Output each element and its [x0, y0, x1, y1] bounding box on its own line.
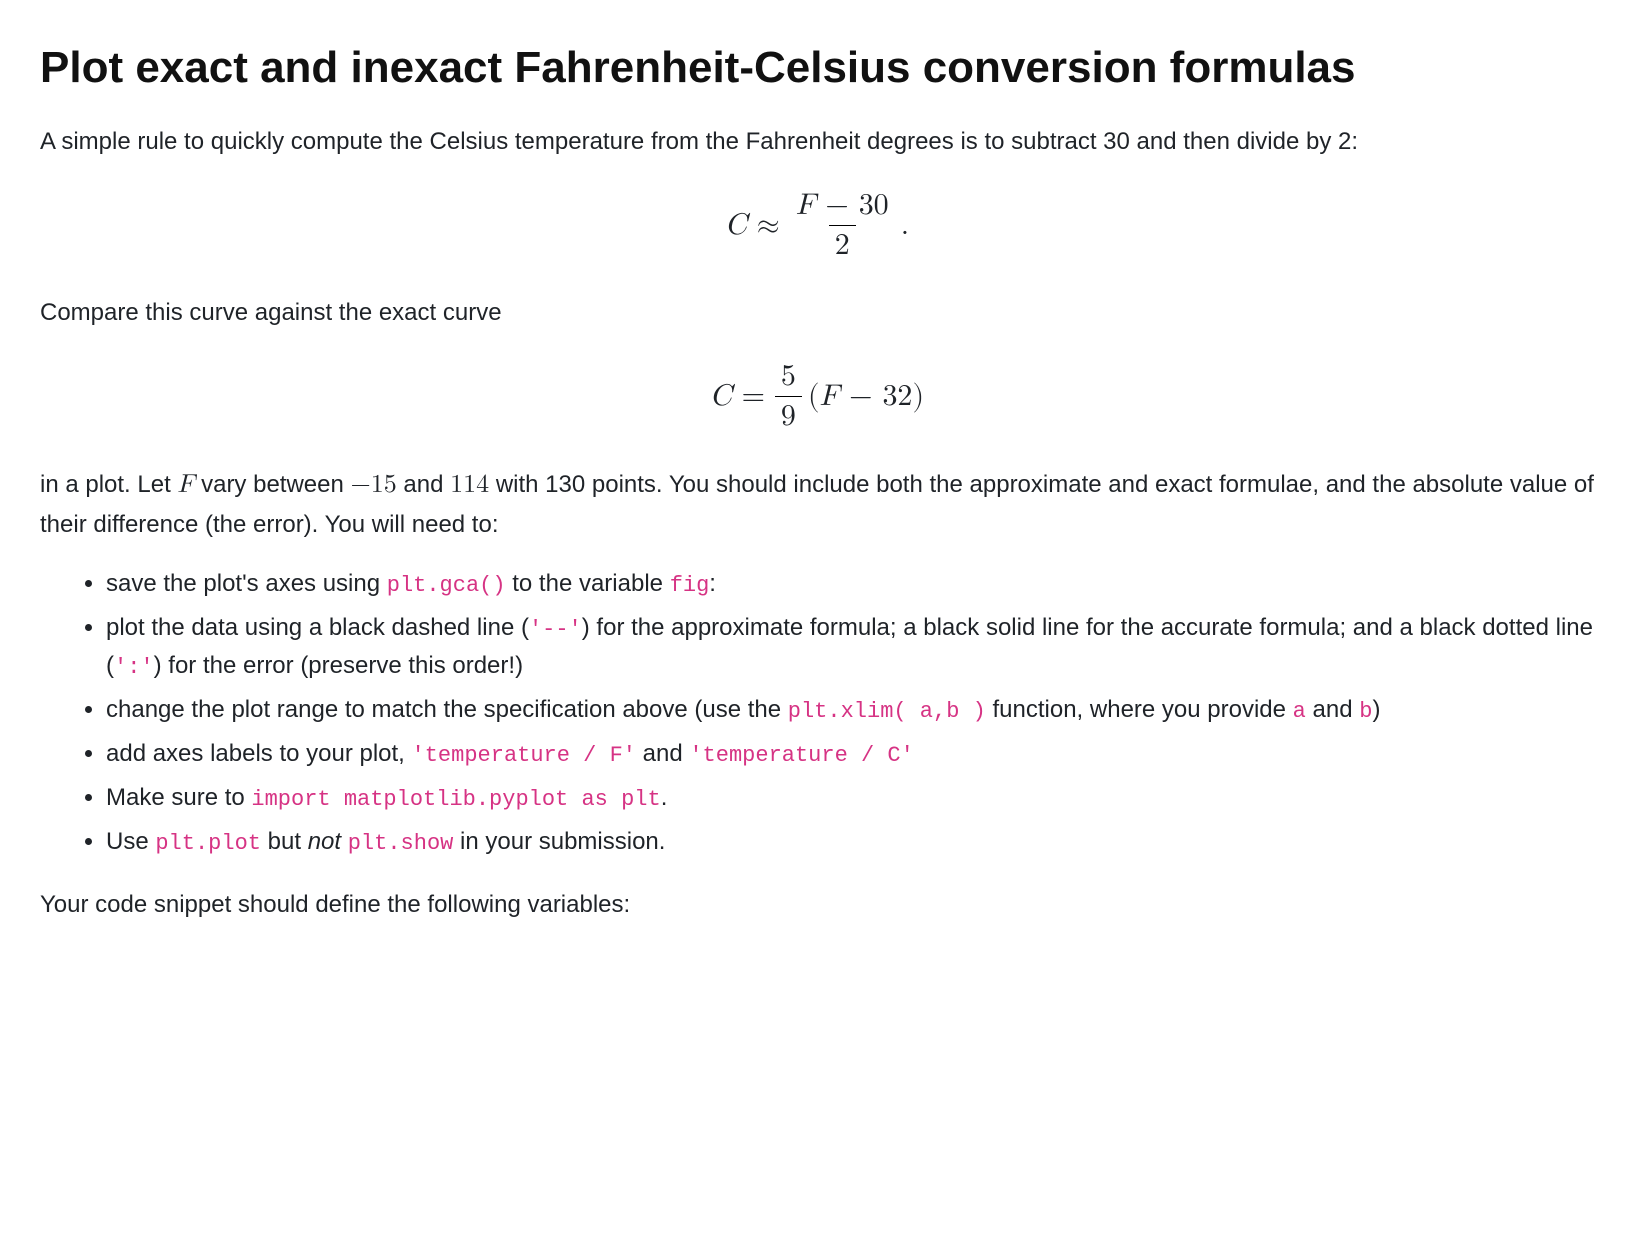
- list-item: save the plot's axes using plt.gca() to …: [106, 565, 1594, 603]
- p3-text-a: in a plot. Let: [40, 471, 177, 498]
- li4-a: add axes labels to your plot,: [106, 740, 412, 767]
- exact-formula: C = 5 9 (F − 32): [40, 359, 1594, 433]
- exact-32: 32: [882, 381, 912, 411]
- inline-neg15: −15: [351, 472, 397, 498]
- numerator-30: 30: [859, 190, 889, 220]
- list-item: Use plt.plot but not plt.show in your su…: [106, 823, 1594, 861]
- li3-b: function, where you provide: [986, 696, 1293, 723]
- equals-symbol: =: [742, 381, 765, 411]
- li1-c: :: [709, 570, 716, 597]
- p3-text-b: vary between: [194, 471, 350, 498]
- code-dashed: '--': [529, 617, 582, 642]
- code-pltplot: plt.plot: [155, 831, 261, 856]
- formula-period: .: [901, 210, 909, 240]
- intro-paragraph: A simple rule to quickly compute the Cel…: [40, 123, 1594, 160]
- code-a: a: [1293, 699, 1306, 724]
- li2-a: plot the data using a black dashed line …: [106, 614, 529, 641]
- list-item: plot the data using a black dashed line …: [106, 609, 1594, 685]
- li2-c: ) for the error (preserve this order!): [154, 652, 523, 679]
- code-label-f: 'temperature / F': [412, 743, 636, 768]
- code-fig: fig: [670, 573, 710, 598]
- exact-minus: −: [839, 381, 882, 411]
- denominator-2: 2: [829, 225, 856, 263]
- closing-paragraph: Your code snippet should define the foll…: [40, 886, 1594, 923]
- numerator-5: 5: [775, 359, 802, 396]
- fraction-59: 5 9: [775, 359, 802, 433]
- li6-em: not: [308, 828, 341, 855]
- code-gca: plt.gca(): [387, 573, 506, 598]
- exact-f: F: [820, 381, 840, 411]
- lparen: (: [808, 381, 820, 411]
- compare-paragraph: Compare this curve against the exact cur…: [40, 294, 1594, 331]
- li4-b: and: [636, 740, 689, 767]
- li6-b: but: [261, 828, 308, 855]
- li6-a: Use: [106, 828, 155, 855]
- fraction: F − 30 2: [790, 188, 895, 262]
- inline-114: 114: [450, 472, 489, 498]
- list-item: change the plot range to match the speci…: [106, 691, 1594, 729]
- p3-text-c: and: [397, 471, 450, 498]
- formula-lhs: C: [725, 210, 747, 240]
- code-pltshow: plt.show: [348, 831, 454, 856]
- code-dotted: ':': [114, 655, 154, 680]
- li1-a: save the plot's axes using: [106, 570, 387, 597]
- rparen: ): [912, 381, 924, 411]
- li3-a: change the plot range to match the speci…: [106, 696, 788, 723]
- numerator-f: F: [796, 190, 816, 220]
- list-item: Make sure to import matplotlib.pyplot as…: [106, 779, 1594, 817]
- page-title: Plot exact and inexact Fahrenheit-Celsiu…: [40, 40, 1594, 95]
- denominator-9: 9: [775, 396, 802, 434]
- code-label-c: 'temperature / C': [689, 743, 913, 768]
- li3-c: and: [1306, 696, 1359, 723]
- li5-a: Make sure to: [106, 784, 251, 811]
- li3-d: ): [1372, 696, 1380, 723]
- code-import: import matplotlib.pyplot as plt: [251, 787, 660, 812]
- li5-b: .: [661, 784, 668, 811]
- code-xlim: plt.xlim( a,b ): [788, 699, 986, 724]
- exact-lhs: C: [710, 381, 732, 411]
- li1-b: to the variable: [506, 570, 670, 597]
- numerator-minus: −: [815, 190, 858, 220]
- li6-d: in your submission.: [453, 828, 665, 855]
- range-paragraph: in a plot. Let F vary between −15 and 11…: [40, 465, 1594, 542]
- approx-symbol: ≈: [757, 210, 780, 240]
- instruction-list: save the plot's axes using plt.gca() to …: [40, 565, 1594, 862]
- li6-c: [341, 828, 348, 855]
- code-b: b: [1359, 699, 1372, 724]
- inline-f: F: [177, 472, 194, 498]
- list-item: add axes labels to your plot, 'temperatu…: [106, 735, 1594, 773]
- approx-formula: C ≈ F − 30 2 .: [40, 188, 1594, 262]
